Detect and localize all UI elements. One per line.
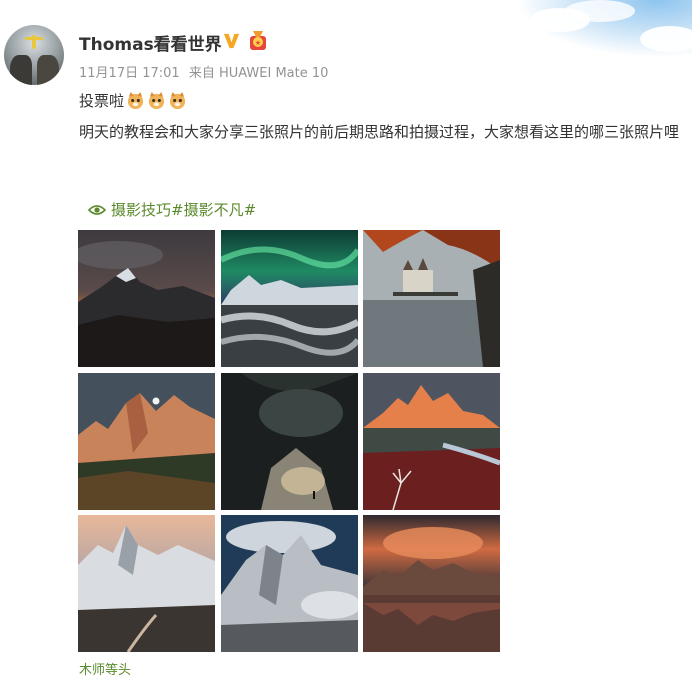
username[interactable]: Thomas看看世界	[79, 30, 222, 55]
post-source: 来自 HUAWEI Mate 10	[188, 66, 329, 81]
header-cloud-decoration	[520, 0, 692, 56]
avatar[interactable]	[4, 25, 64, 85]
svg-text:★: ★	[255, 39, 261, 47]
photo-mountain-dusk[interactable]	[78, 230, 215, 367]
post-date[interactable]: 11月17日 17:01	[79, 66, 180, 81]
post-body: 明天的教程会和大家分享三张照片的前后期思路和拍摄过程，大家想看这里的哪三张照片哩	[79, 123, 680, 141]
photo-grid	[78, 230, 500, 652]
footer-hint-text: 木师等头	[79, 663, 132, 678]
photo-torres-reflection[interactable]	[363, 515, 500, 652]
cat-emoji-icon	[169, 91, 186, 110]
photo-dolomites-moon[interactable]	[78, 372, 215, 510]
photo-cloudy-summit[interactable]	[220, 515, 358, 652]
photo-fitzroy-sunrise[interactable]	[363, 372, 500, 510]
post-line-1: 投票啦	[79, 90, 187, 111]
topic-text: 摄影技巧#摄影不凡#	[111, 201, 257, 219]
photo-aurora-stream[interactable]	[220, 230, 358, 367]
photo-snow-peaks[interactable]	[78, 515, 215, 652]
cat-emoji-icon	[148, 91, 165, 110]
medal-icon[interactable]: ★	[247, 30, 269, 52]
line1-text: 投票啦	[79, 92, 125, 110]
photo-castle-lake[interactable]	[363, 230, 500, 367]
post-meta: 11月17日 17:01 来自 HUAWEI Mate 10	[79, 62, 333, 81]
topic-eye-icon	[88, 204, 106, 215]
verified-v-icon	[223, 33, 240, 49]
topic-link[interactable]: 摄影技巧#摄影不凡#	[88, 199, 256, 220]
photo-cave-light[interactable]	[220, 372, 358, 510]
cat-emoji-icon	[127, 91, 144, 110]
